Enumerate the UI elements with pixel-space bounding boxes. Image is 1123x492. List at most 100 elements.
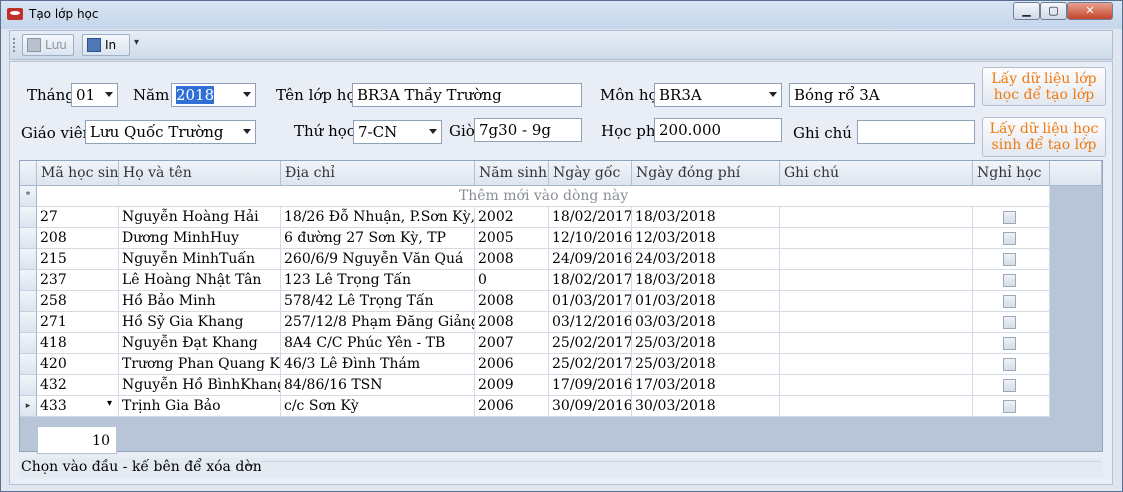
- cell-name[interactable]: Hồ Bảo Minh: [119, 291, 281, 312]
- minimize-button[interactable]: ▁: [1013, 2, 1040, 20]
- cell-note[interactable]: [780, 312, 973, 333]
- cell-start-date[interactable]: 12/10/2016: [549, 228, 632, 249]
- teacher-select[interactable]: Lưu Quốc Trường: [85, 120, 256, 144]
- fee-input[interactable]: 200.000: [654, 118, 782, 142]
- cell-fee-date[interactable]: 25/03/2018: [632, 333, 780, 354]
- cell-address[interactable]: 18/26 Đỗ Nhuận, P.Sơn Kỳ, ...: [281, 207, 475, 228]
- cell-birthyear[interactable]: 2002: [475, 207, 549, 228]
- cell-note[interactable]: [780, 249, 973, 270]
- cell-note[interactable]: [780, 291, 973, 312]
- class-name-input[interactable]: BR3A Thầy Trường: [352, 83, 582, 107]
- row-header[interactable]: ▸: [20, 396, 37, 417]
- table-row[interactable]: 215 Nguyễn MinhTuấn 260/6/9 Nguyễn Văn Quá…: [20, 249, 1050, 270]
- month-select[interactable]: 01: [71, 83, 118, 107]
- row-header[interactable]: [20, 312, 37, 333]
- cell-name[interactable]: Nguyễn Hoàng Hải: [119, 207, 281, 228]
- col-header-absent[interactable]: Nghỉ học: [973, 161, 1050, 186]
- col-header-birthyear[interactable]: Năm sinh: [475, 161, 549, 186]
- cell-note[interactable]: [780, 228, 973, 249]
- row-header[interactable]: [20, 207, 37, 228]
- cell-note[interactable]: [780, 207, 973, 228]
- row-header[interactable]: [20, 333, 37, 354]
- cell-start-date[interactable]: 01/03/2017: [549, 291, 632, 312]
- subject-name-input[interactable]: Bóng rổ 3A: [789, 83, 975, 107]
- table-row[interactable]: 237 Lê Hoàng Nhật Tân 123 Lê Trọng Tấn 0 18/…: [20, 270, 1050, 291]
- cell-fee-date[interactable]: 25/03/2018: [632, 354, 780, 375]
- cell-id[interactable]: 418: [37, 333, 119, 354]
- col-header-id[interactable]: Mã học sinh: [37, 161, 128, 186]
- cell-birthyear[interactable]: 2007: [475, 333, 549, 354]
- subject-select[interactable]: BR3A: [654, 83, 782, 107]
- save-button[interactable]: Lưu: [22, 34, 74, 56]
- cell-address[interactable]: 260/6/9 Nguyễn Văn Quá: [281, 249, 475, 270]
- cell-address[interactable]: 46/3 Lê Đình Thám: [281, 354, 475, 375]
- chevron-down-icon[interactable]: ▾: [107, 398, 112, 409]
- cell-id[interactable]: 420: [37, 354, 119, 375]
- cell-id[interactable]: 208: [37, 228, 119, 249]
- cell-name[interactable]: Nguyễn Đạt Khang: [119, 333, 281, 354]
- cell-id[interactable]: 432: [37, 375, 119, 396]
- cell-id[interactable]: 271: [37, 312, 119, 333]
- cell-start-date[interactable]: 25/02/2017: [549, 354, 632, 375]
- col-header-address[interactable]: Địa chỉ: [281, 161, 475, 186]
- status-minimize-button[interactable]: −: [239, 458, 259, 476]
- cell-fee-date[interactable]: 12/03/2018: [632, 228, 780, 249]
- cell-id[interactable]: 258: [37, 291, 119, 312]
- new-row[interactable]: * Thêm mới vào dòng này: [20, 186, 1050, 207]
- cell-birthyear[interactable]: 2006: [475, 354, 549, 375]
- row-header[interactable]: [20, 375, 37, 396]
- table-row[interactable]: ▸ 433 ▾ Trịnh Gia Bảo c/c Sơn Kỳ 2006 30/09/20…: [20, 396, 1050, 417]
- cell-address[interactable]: 578/42 Lê Trọng Tấn: [281, 291, 475, 312]
- print-button[interactable]: In: [82, 34, 130, 56]
- cell-birthyear[interactable]: 0: [475, 270, 549, 291]
- cell-note[interactable]: [780, 333, 973, 354]
- absent-checkbox[interactable]: [1003, 211, 1016, 224]
- cell-start-date[interactable]: 18/02/2017: [549, 207, 632, 228]
- cell-name[interactable]: Hồ Sỹ Gia Khang: [119, 312, 281, 333]
- cell-address[interactable]: 6 đường 27 Sơn Kỳ, TP: [281, 228, 475, 249]
- cell-name[interactable]: Nguyễn Hồ BìnhKhang: [119, 375, 281, 396]
- cell-fee-date[interactable]: 17/03/2018: [632, 375, 780, 396]
- row-header[interactable]: [20, 354, 37, 375]
- absent-checkbox[interactable]: [1003, 274, 1016, 287]
- cell-start-date[interactable]: 30/09/2016: [549, 396, 632, 417]
- row-header[interactable]: [20, 270, 37, 291]
- note-input[interactable]: [857, 120, 975, 144]
- cell-fee-date[interactable]: 30/03/2018: [632, 396, 780, 417]
- absent-checkbox[interactable]: [1003, 400, 1016, 413]
- cell-note[interactable]: [780, 396, 973, 417]
- cell-id[interactable]: 215: [37, 249, 119, 270]
- load-class-button[interactable]: Lấy dữ liệu lớp học để tạo lớp: [982, 67, 1106, 106]
- cell-id[interactable]: 27: [37, 207, 119, 228]
- load-student-button[interactable]: Lấy dữ liệu học sinh để tạo lớp: [982, 117, 1106, 157]
- col-header-note[interactable]: Ghi chú: [780, 161, 973, 186]
- absent-checkbox[interactable]: [1003, 295, 1016, 308]
- cell-start-date[interactable]: 17/09/2016: [549, 375, 632, 396]
- cell-address[interactable]: 8A4 C/C Phúc Yên - TB: [281, 333, 475, 354]
- row-header[interactable]: [20, 228, 37, 249]
- cell-id[interactable]: 433 ▾: [37, 396, 119, 417]
- horizontal-scrollbar[interactable]: [261, 461, 1101, 474]
- absent-checkbox[interactable]: [1003, 232, 1016, 245]
- maximize-button[interactable]: ▢: [1040, 2, 1067, 20]
- close-button[interactable]: ✕: [1067, 2, 1113, 20]
- cell-name[interactable]: Nguyễn MinhTuấn: [119, 249, 281, 270]
- cell-birthyear[interactable]: 2008: [475, 249, 549, 270]
- cell-birthyear[interactable]: 2008: [475, 291, 549, 312]
- table-row[interactable]: 258 Hồ Bảo Minh 578/42 Lê Trọng Tấn 2008 01/…: [20, 291, 1050, 312]
- cell-name[interactable]: Lê Hoàng Nhật Tân: [119, 270, 281, 291]
- cell-name[interactable]: Dương MinhHuy: [119, 228, 281, 249]
- cell-fee-date[interactable]: 18/03/2018: [632, 207, 780, 228]
- toolbar-grip[interactable]: [13, 38, 17, 52]
- weekday-select[interactable]: 7-CN: [353, 120, 442, 144]
- cell-fee-date[interactable]: 24/03/2018: [632, 249, 780, 270]
- cell-start-date[interactable]: 24/09/2016: [549, 249, 632, 270]
- row-header[interactable]: [20, 249, 37, 270]
- cell-start-date[interactable]: 25/02/2017: [549, 333, 632, 354]
- time-input[interactable]: 7g30 - 9g: [474, 118, 582, 142]
- cell-id[interactable]: 237: [37, 270, 119, 291]
- cell-note[interactable]: [780, 270, 973, 291]
- col-header-fee-date[interactable]: Ngày đóng phí: [632, 161, 780, 186]
- cell-fee-date[interactable]: 18/03/2018: [632, 270, 780, 291]
- cell-fee-date[interactable]: 03/03/2018: [632, 312, 780, 333]
